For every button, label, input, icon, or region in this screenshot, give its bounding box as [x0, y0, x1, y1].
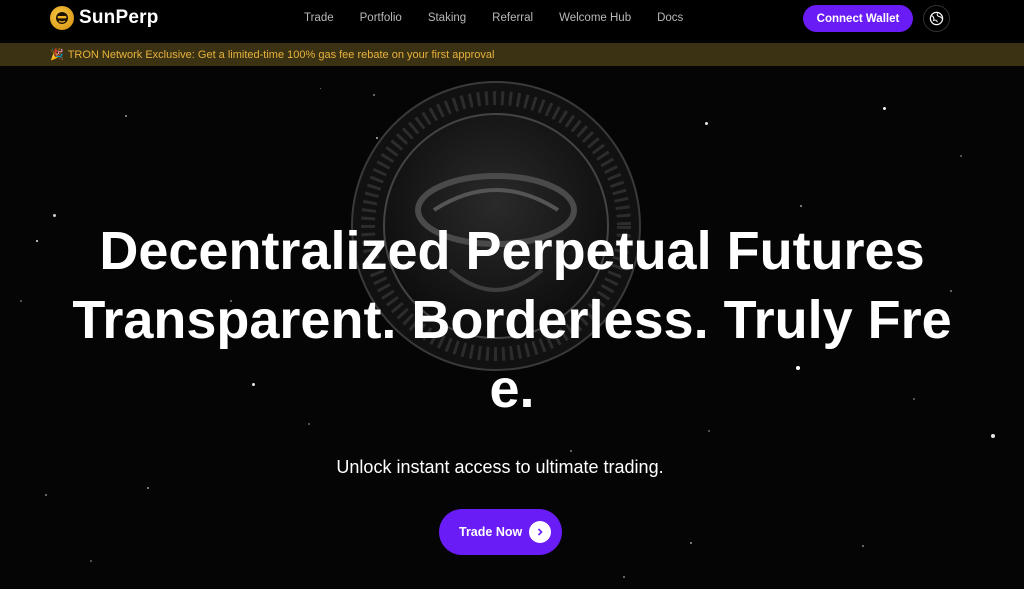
star — [320, 88, 321, 89]
star — [705, 122, 708, 125]
star — [45, 494, 47, 496]
nav-item-welcome-hub[interactable]: Welcome Hub — [559, 12, 631, 24]
star — [623, 576, 625, 578]
connect-wallet-button[interactable]: Connect Wallet — [803, 5, 913, 32]
nav-item-trade[interactable]: Trade — [304, 12, 334, 24]
trade-now-button[interactable]: Trade Now — [439, 509, 562, 555]
globe-icon — [929, 11, 944, 26]
star — [708, 430, 710, 432]
star — [125, 115, 127, 117]
sun-face-logo-icon — [50, 6, 74, 30]
main-nav: Trade Portfolio Staking Referral Welcome… — [304, 12, 709, 24]
trade-now-label: Trade Now — [459, 525, 523, 539]
star — [800, 205, 802, 207]
star — [862, 545, 864, 547]
announcement-bar[interactable]: 🎉 TRON Network Exclusive: Get a limited-… — [0, 43, 1024, 66]
party-popper-icon: 🎉 — [50, 49, 64, 61]
star — [960, 155, 962, 157]
hero-title-line-1: Decentralized Perpetual Futures — [99, 221, 925, 281]
star — [90, 560, 92, 562]
star — [991, 434, 995, 438]
hero-title-line-3: e. — [489, 359, 535, 419]
brand-logo[interactable]: SunPerp — [50, 6, 159, 30]
star — [147, 487, 149, 489]
announcement-text: TRON Network Exclusive: Get a limited-ti… — [67, 48, 495, 61]
nav-item-referral[interactable]: Referral — [492, 12, 533, 24]
star — [883, 107, 886, 110]
chevron-right-icon — [529, 521, 551, 543]
nav-item-portfolio[interactable]: Portfolio — [360, 12, 402, 24]
language-button[interactable] — [923, 5, 950, 32]
star — [690, 542, 692, 544]
star — [570, 450, 572, 452]
nav-item-docs[interactable]: Docs — [657, 12, 683, 24]
top-nav-bar: SunPerp Trade Portfolio Staking Referral… — [0, 0, 1024, 40]
hero-title: Decentralized Perpetual Futures Transpar… — [0, 217, 1024, 424]
nav-item-staking[interactable]: Staking — [428, 12, 466, 24]
landing-page: SunPerp Trade Portfolio Staking Referral… — [0, 0, 1024, 589]
brand-name: SunPerp — [79, 7, 159, 28]
hero-subtitle: Unlock instant access to ultimate tradin… — [336, 457, 664, 477]
hero-title-line-2: Transparent. Borderless. Truly Fre — [72, 290, 952, 350]
